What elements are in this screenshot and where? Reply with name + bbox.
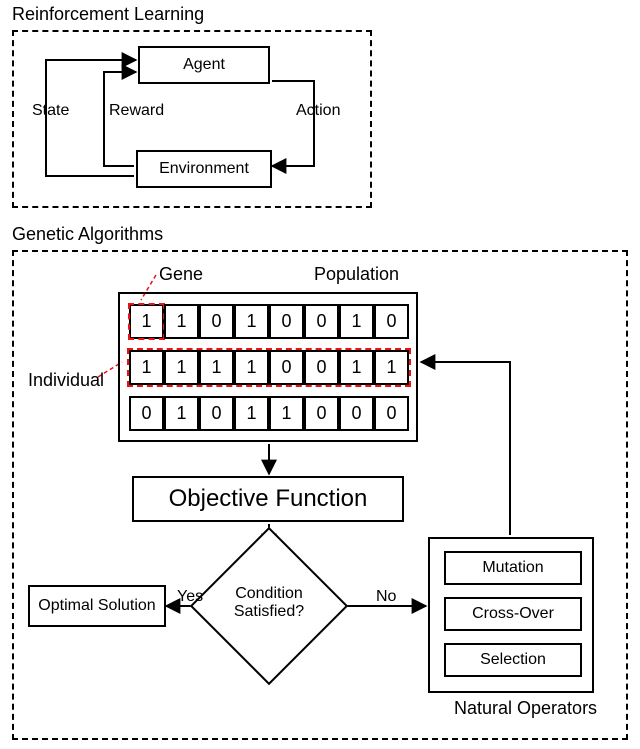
gene-cell: 1 [234,396,269,431]
gene-cell: 0 [339,396,374,431]
gene-cell: 1 [164,304,199,339]
gene-cell: 0 [199,304,234,339]
gene-cell: 1 [164,396,199,431]
gene-cell: 1 [129,304,164,339]
yes-label: Yes [177,588,203,606]
rl-env-label: Environment [159,160,249,178]
rl-title: Reinforcement Learning [12,4,204,25]
crossover-box: Cross-Over [444,597,582,631]
rl-agent-label: Agent [183,56,225,74]
selection-label: Selection [480,651,546,669]
ga-population-label: Population [314,264,399,285]
gene-cell: 1 [199,350,234,385]
ga-gene-label: Gene [159,264,203,285]
mutation-label: Mutation [482,559,543,577]
gene-cell: 0 [374,396,409,431]
gene-cell: 0 [374,304,409,339]
gene-cell: 0 [269,350,304,385]
table-row: 0 1 0 1 1 0 0 0 [129,396,409,431]
rl-panel: Agent Environment State Reward Action [12,30,372,208]
gene-cell: 1 [374,350,409,385]
table-row: 1 1 1 1 0 0 1 1 [129,350,409,385]
rl-state-label: State [32,102,69,120]
optimal-label: Optimal Solution [38,597,155,615]
no-label: No [376,588,396,606]
gene-cell: 1 [339,304,374,339]
objective-function-box: Objective Function [132,476,404,522]
condition-diamond [190,527,348,685]
table-row: 1 1 0 1 0 0 1 0 [129,304,409,339]
ga-individual-label: Individual [28,370,104,391]
rl-action-label: Action [296,102,340,120]
rl-env-box: Environment [136,150,272,188]
rl-agent-box: Agent [138,46,270,84]
objective-label: Objective Function [169,485,368,513]
ga-panel: Gene Population Individual 1 1 0 1 0 0 1… [12,250,628,740]
mutation-box: Mutation [444,551,582,585]
crossover-label: Cross-Over [472,605,554,623]
gene-cell: 0 [304,304,339,339]
gene-cell: 0 [199,396,234,431]
gene-cell: 0 [129,396,164,431]
gene-cell: 1 [269,396,304,431]
population-box: 1 1 0 1 0 0 1 0 1 1 1 1 0 0 1 1 0 1 0 1 … [118,292,418,442]
rl-reward-label: Reward [109,102,164,120]
gene-cell: 0 [304,350,339,385]
gene-cell: 1 [234,350,269,385]
operators-title: Natural Operators [454,698,597,719]
optimal-box: Optimal Solution [28,585,166,627]
gene-cell: 1 [129,350,164,385]
ga-title: Genetic Algorithms [12,224,163,245]
gene-cell: 0 [304,396,339,431]
selection-box: Selection [444,643,582,677]
operators-box: Mutation Cross-Over Selection [428,537,594,693]
gene-cell: 1 [234,304,269,339]
gene-cell: 1 [339,350,374,385]
gene-cell: 0 [269,304,304,339]
gene-cell: 1 [164,350,199,385]
